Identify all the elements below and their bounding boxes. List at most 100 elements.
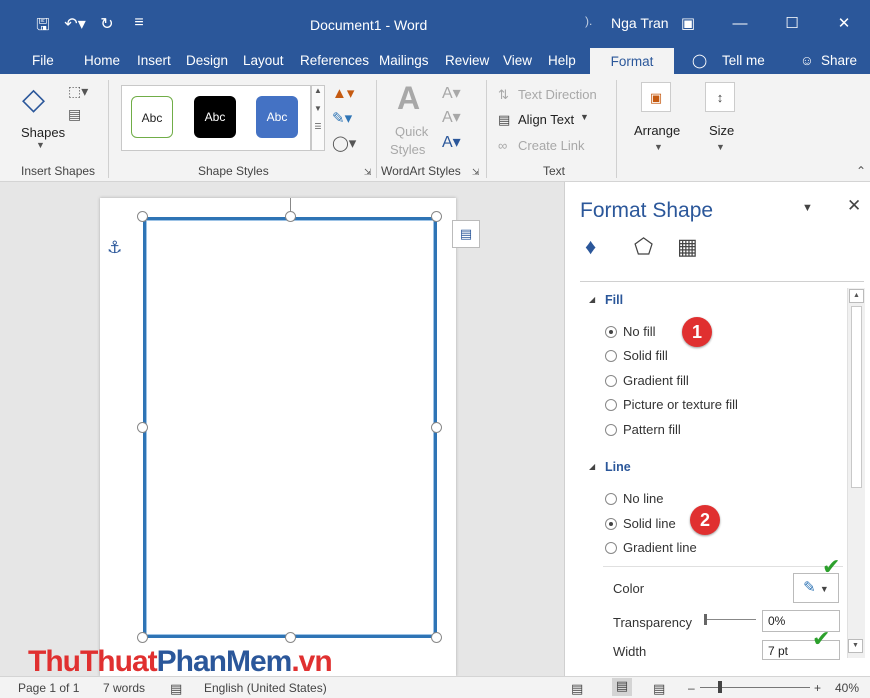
ribbon-tabs: File Home Insert Design Layout Reference…	[0, 48, 870, 76]
tab-design[interactable]: Design	[186, 53, 228, 68]
size-icon[interactable]: ↕	[705, 82, 735, 112]
tab-home[interactable]: Home	[84, 53, 120, 68]
zoom-slider-thumb[interactable]	[718, 681, 722, 693]
zoom-slider-track[interactable]	[700, 687, 810, 688]
close-pane-icon[interactable]: ✕	[847, 196, 861, 216]
collapse-fill-icon[interactable]: ◢	[589, 295, 595, 304]
tab-file[interactable]: File	[32, 53, 54, 68]
layout-options-icon[interactable]: ▤	[452, 220, 480, 248]
style-sample-outline[interactable]: Abc	[131, 96, 173, 138]
size-button[interactable]: Size	[709, 123, 734, 138]
arrange-icon[interactable]: ▣	[641, 82, 671, 112]
fill-line-icon[interactable]: ♦	[585, 234, 596, 260]
radio-no-line[interactable]: No line	[605, 491, 663, 506]
radio-no-fill[interactable]: No fill	[605, 324, 656, 339]
shapes-label[interactable]: Shapes	[21, 125, 65, 140]
maximize-icon[interactable]: ☐	[766, 0, 818, 48]
style-sample-blue[interactable]: Abc	[256, 96, 298, 138]
quick-styles-label-2[interactable]: Styles	[390, 142, 425, 157]
scroll-down-icon[interactable]: ▼	[848, 639, 863, 653]
resize-handle[interactable]	[285, 211, 296, 222]
tab-layout[interactable]: Layout	[243, 53, 284, 68]
align-text-button[interactable]: Align Text	[518, 112, 574, 127]
print-layout-icon[interactable]: ▤	[612, 678, 632, 696]
gallery-scroll[interactable]: ▲ ▼ ☰	[311, 85, 325, 151]
chevron-down-icon: ▼	[580, 112, 589, 122]
rectangle-shape[interactable]	[143, 217, 437, 638]
share-button[interactable]: Share	[821, 53, 857, 68]
effects-icon[interactable]: ⬠	[634, 234, 653, 260]
dialog-launcher-icon[interactable]: ⇲	[472, 167, 480, 178]
quick-styles-icon[interactable]: A	[397, 80, 420, 117]
resize-handle[interactable]	[431, 211, 442, 222]
word-count[interactable]: 7 words	[103, 681, 145, 695]
size-properties-icon[interactable]: ▦	[677, 234, 698, 260]
text-outline-icon[interactable]: A▾	[442, 107, 461, 127]
shape-effects-icon[interactable]: ◯▾	[332, 134, 356, 152]
text-effects-icon[interactable]: A▾	[442, 132, 461, 152]
scroll-thumb[interactable]	[851, 306, 862, 488]
resize-handle[interactable]	[285, 632, 296, 643]
text-box-icon[interactable]: ▤	[68, 106, 81, 123]
customize-qat-icon[interactable]: ≡	[128, 14, 150, 41]
collapse-ribbon-icon[interactable]: ⌃	[856, 164, 866, 178]
radio-label: Pattern fill	[623, 422, 681, 437]
transparency-slider-thumb[interactable]	[704, 614, 707, 625]
read-mode-icon[interactable]: ▤	[571, 681, 583, 697]
arrange-button[interactable]: Arrange	[634, 123, 680, 138]
resize-handle[interactable]	[137, 632, 148, 643]
tab-review[interactable]: Review	[445, 53, 489, 68]
transparency-slider-track[interactable]	[706, 619, 756, 620]
edit-shape-icon[interactable]: ⬚▾	[68, 83, 88, 100]
text-direction-button[interactable]: Text Direction	[518, 87, 597, 102]
redo-icon[interactable]: ↻	[96, 14, 118, 41]
dialog-launcher-icon[interactable]: ⇲	[364, 167, 372, 178]
fill-section-header[interactable]: Fill	[605, 293, 623, 307]
tab-help[interactable]: Help	[548, 53, 576, 68]
pane-options-icon[interactable]: ▼	[802, 202, 813, 214]
shape-fill-icon[interactable]: ▲▾	[332, 84, 354, 102]
pane-scrollbar[interactable]: ▲	[847, 288, 865, 658]
close-window-icon[interactable]: ✕	[818, 0, 870, 48]
quick-styles-label[interactable]: Quick	[395, 124, 428, 139]
collapse-line-icon[interactable]: ◢	[589, 462, 595, 471]
radio-solid-line[interactable]: Solid line	[605, 516, 676, 531]
resize-handle[interactable]	[137, 422, 148, 433]
ribbon: ◇ Shapes ▼ ⬚▾ ▤ Insert Shapes Abc Abc Ab…	[0, 74, 870, 182]
create-link-button[interactable]: Create Link	[518, 138, 584, 153]
tab-format[interactable]: Format	[590, 48, 674, 76]
style-sample-black[interactable]: Abc	[194, 96, 236, 138]
language-indicator[interactable]: English (United States)	[204, 681, 327, 695]
radio-solid-fill[interactable]: Solid fill	[605, 348, 668, 363]
line-section-header[interactable]: Line	[605, 460, 631, 474]
tab-insert[interactable]: Insert	[137, 53, 171, 68]
minimize-icon[interactable]: —	[714, 0, 766, 48]
resize-handle[interactable]	[137, 211, 148, 222]
radio-picture-fill[interactable]: Picture or texture fill	[605, 397, 738, 412]
save-icon[interactable]: 🖫	[32, 14, 54, 41]
zoom-out-icon[interactable]: –	[688, 681, 695, 695]
tab-mailings[interactable]: Mailings	[379, 53, 429, 68]
page-count[interactable]: Page 1 of 1	[18, 681, 79, 695]
shapes-icon[interactable]: ◇	[22, 82, 45, 117]
proofing-icon[interactable]: ▤	[170, 681, 182, 697]
ribbon-display-icon[interactable]: ▣	[662, 0, 714, 48]
zoom-in-icon[interactable]: +	[814, 681, 821, 695]
undo-icon[interactable]: ↶▾	[64, 14, 86, 41]
web-layout-icon[interactable]: ▤	[653, 681, 665, 697]
scroll-up-icon[interactable]: ▲	[849, 289, 864, 303]
tab-references[interactable]: References	[300, 53, 369, 68]
tab-tell-me[interactable]: Tell me	[722, 53, 765, 68]
resize-handle[interactable]	[431, 632, 442, 643]
shape-outline-icon[interactable]: ✎▾	[332, 109, 352, 127]
radio-pattern-fill[interactable]: Pattern fill	[605, 422, 681, 437]
resize-handle[interactable]	[431, 422, 442, 433]
radio-label: Gradient fill	[623, 373, 689, 388]
tab-view[interactable]: View	[503, 53, 532, 68]
radio-gradient-line[interactable]: Gradient line	[605, 540, 697, 555]
text-fill-icon[interactable]: A▾	[442, 83, 461, 103]
radio-gradient-fill[interactable]: Gradient fill	[605, 373, 689, 388]
user-name[interactable]: Nga Tran	[611, 15, 669, 31]
zoom-level[interactable]: 40%	[835, 681, 859, 695]
separator	[486, 80, 487, 178]
